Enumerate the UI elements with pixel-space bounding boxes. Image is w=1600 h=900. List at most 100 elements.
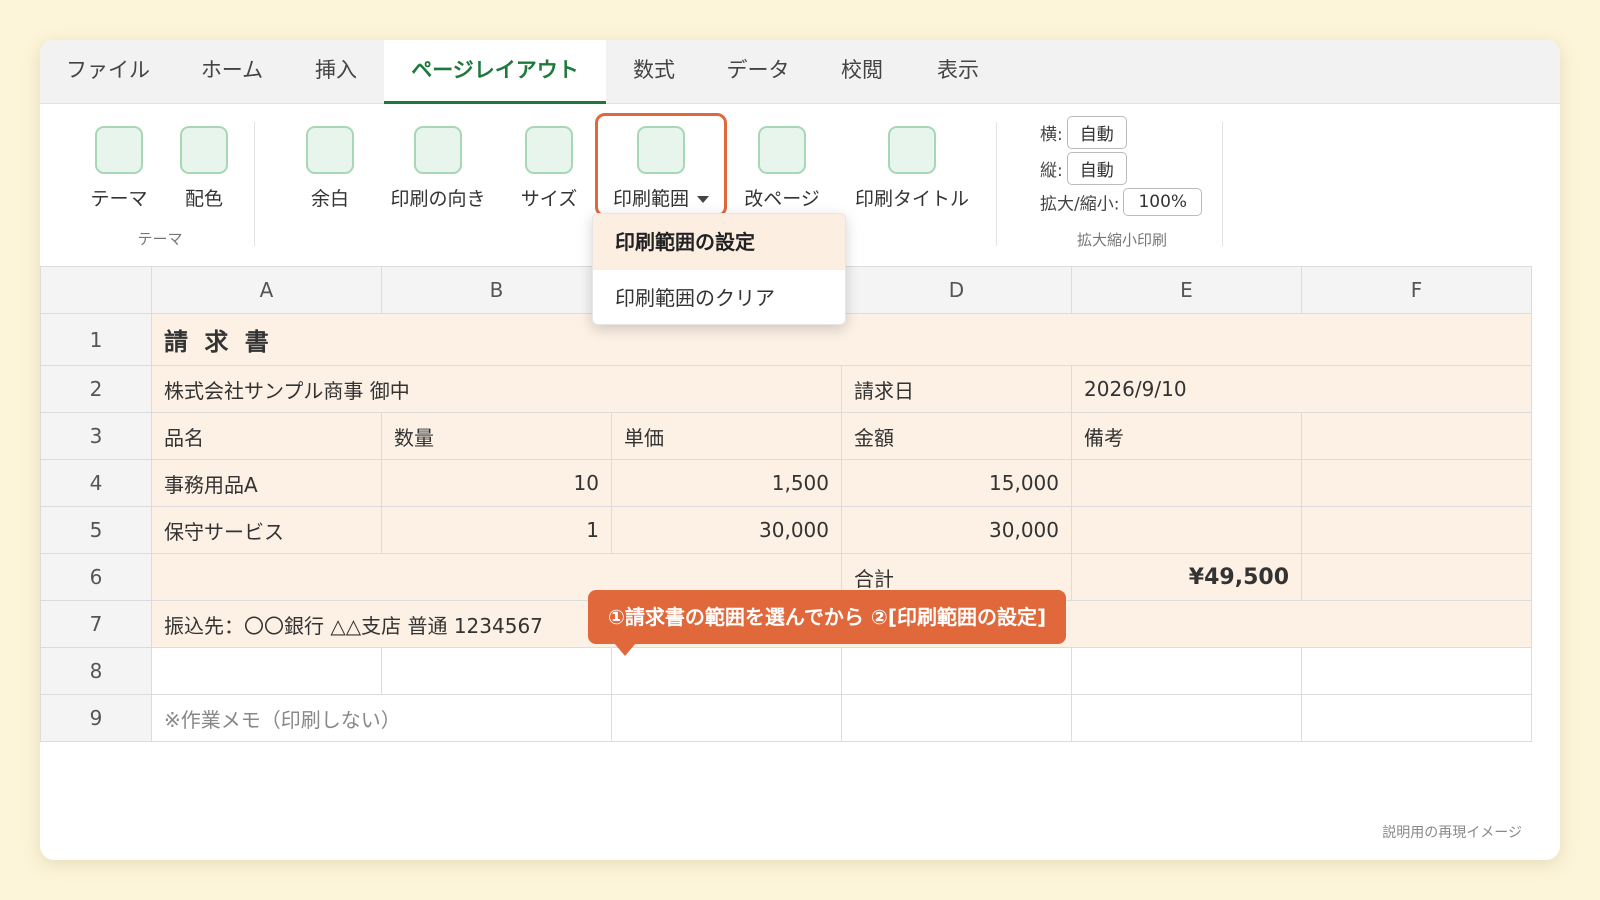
invoice-date-label-cell[interactable]: 請求日	[841, 365, 1072, 413]
margins-icon	[306, 126, 354, 174]
empty-cell[interactable]	[1071, 647, 1302, 695]
tab-view[interactable]: 表示	[910, 40, 1006, 104]
colors-icon	[180, 126, 228, 174]
memo-cell[interactable]: ※作業メモ（印刷しない）	[151, 694, 612, 742]
empty-cell[interactable]	[1301, 506, 1532, 554]
header-amount-cell[interactable]: 金額	[841, 412, 1072, 460]
table-row: 9 ※作業メモ（印刷しない）	[40, 694, 1532, 742]
note-cell[interactable]	[1071, 506, 1302, 554]
tab-formulas[interactable]: 数式	[606, 40, 702, 104]
print-titles-icon	[888, 126, 936, 174]
invoice-date-cell[interactable]: 2026/9/10	[1071, 365, 1532, 413]
row-header[interactable]: 8	[40, 647, 152, 695]
empty-cell[interactable]	[1071, 694, 1302, 742]
menu-item-set-print-area[interactable]: 印刷範囲の設定	[593, 214, 845, 270]
empty-cell[interactable]	[1301, 553, 1532, 601]
instruction-callout: ①請求書の範囲を選んでから ②[印刷範囲の設定]	[588, 590, 1067, 644]
empty-cell[interactable]	[841, 647, 1072, 695]
header-note-cell[interactable]: 備考	[1071, 412, 1302, 460]
column-header-d[interactable]: D	[841, 266, 1072, 314]
qty-cell[interactable]: 10	[381, 459, 612, 507]
row-header[interactable]: 2	[40, 365, 152, 413]
column-header-a[interactable]: A	[151, 266, 382, 314]
size-button[interactable]: サイズ	[516, 126, 582, 211]
column-header-b[interactable]: B	[381, 266, 612, 314]
empty-cell[interactable]	[381, 647, 612, 695]
tab-insert[interactable]: 挿入	[288, 40, 384, 104]
row-header[interactable]: 1	[40, 313, 152, 366]
app-window: ファイル ホーム 挿入 ページレイアウト 数式 データ 校閲 表示 テーマ 配色…	[40, 40, 1560, 860]
print-area-button[interactable]: 印刷範囲	[595, 113, 727, 217]
amount-cell[interactable]: 30,000	[841, 506, 1072, 554]
item-cell[interactable]: 保守サービス	[151, 506, 382, 554]
print-titles-button[interactable]: 印刷タイトル	[850, 126, 974, 211]
scale-zoom-row: 拡大/縮小: 100%	[1040, 188, 1203, 216]
table-row: 5 保守サービス 1 30,000 30,000	[40, 506, 1532, 554]
header-price-cell[interactable]: 単価	[611, 412, 842, 460]
row-header[interactable]: 5	[40, 506, 152, 554]
note-cell[interactable]	[1071, 459, 1302, 507]
ribbon-divider	[1222, 122, 1223, 246]
select-all-corner[interactable]	[40, 266, 152, 314]
scale-width-select[interactable]: 自動	[1066, 116, 1127, 149]
empty-cell[interactable]	[1301, 694, 1532, 742]
print-area-dropdown: 印刷範囲の設定 印刷範囲のクリア	[592, 213, 846, 325]
scale-width-row: 横: 自動	[1040, 116, 1127, 149]
tab-file[interactable]: ファイル	[40, 40, 176, 104]
empty-cell[interactable]	[611, 647, 842, 695]
orientation-icon	[414, 126, 462, 174]
row-header[interactable]: 3	[40, 412, 152, 460]
ribbon-divider	[996, 122, 997, 246]
themes-button[interactable]: テーマ	[86, 126, 152, 211]
row-header[interactable]: 7	[40, 600, 152, 648]
qty-cell[interactable]: 1	[381, 506, 612, 554]
empty-cell[interactable]	[1301, 647, 1532, 695]
header-item-cell[interactable]: 品名	[151, 412, 382, 460]
item-cell[interactable]: 事務用品A	[151, 459, 382, 507]
row-header[interactable]: 6	[40, 553, 152, 601]
breaks-icon	[758, 126, 806, 174]
ribbon-divider	[254, 122, 255, 246]
empty-cell[interactable]	[1301, 459, 1532, 507]
scale-height-row: 縦: 自動	[1040, 152, 1127, 185]
theme-group-label: テーマ	[137, 230, 183, 248]
scale-height-label: 縦:	[1040, 161, 1063, 181]
column-header-f[interactable]: F	[1301, 266, 1532, 314]
menu-item-clear-print-area[interactable]: 印刷範囲のクリア	[593, 270, 845, 324]
header-qty-cell[interactable]: 数量	[381, 412, 612, 460]
scale-width-label: 横:	[1040, 125, 1063, 145]
amount-cell[interactable]: 15,000	[841, 459, 1072, 507]
margins-button[interactable]: 余白	[302, 126, 358, 211]
empty-cell[interactable]	[1301, 412, 1532, 460]
empty-cell[interactable]	[841, 694, 1072, 742]
table-row: 8	[40, 647, 1532, 695]
tab-home[interactable]: ホーム	[176, 40, 288, 104]
themes-icon	[95, 126, 143, 174]
spreadsheet-grid: A B C D E F 1 請 求 書 2 株式会社サンプル商事 御中 請求日 …	[40, 266, 1560, 742]
tab-data[interactable]: データ	[702, 40, 814, 104]
empty-cell[interactable]	[611, 694, 842, 742]
breaks-button[interactable]: 改ページ	[738, 126, 826, 211]
colors-button[interactable]: 配色	[176, 126, 232, 211]
total-value-cell[interactable]: ¥49,500	[1071, 553, 1302, 601]
price-cell[interactable]: 1,500	[611, 459, 842, 507]
row-header[interactable]: 9	[40, 694, 152, 742]
print-titles-label: 印刷タイトル	[854, 188, 969, 210]
orientation-button[interactable]: 印刷の向き	[386, 126, 490, 211]
scale-zoom-input[interactable]: 100%	[1123, 188, 1203, 216]
footnote: 説明用の再現イメージ	[1382, 825, 1522, 841]
row-header[interactable]: 4	[40, 459, 152, 507]
price-cell[interactable]: 30,000	[611, 506, 842, 554]
breaks-label: 改ページ	[744, 188, 820, 210]
scale-height-select[interactable]: 自動	[1066, 152, 1127, 185]
empty-cell[interactable]	[151, 647, 382, 695]
scale-group-label: 拡大縮小印刷	[1076, 231, 1167, 249]
tab-page-layout[interactable]: ページレイアウト	[384, 40, 606, 104]
size-icon	[525, 126, 573, 174]
table-row: 3 品名 数量 単価 金額 備考	[40, 412, 1532, 460]
customer-cell[interactable]: 株式会社サンプル商事 御中	[151, 365, 842, 413]
print-area-icon	[637, 126, 685, 174]
column-header-e[interactable]: E	[1071, 266, 1302, 314]
colors-label: 配色	[184, 188, 223, 210]
tab-review[interactable]: 校閲	[814, 40, 910, 104]
